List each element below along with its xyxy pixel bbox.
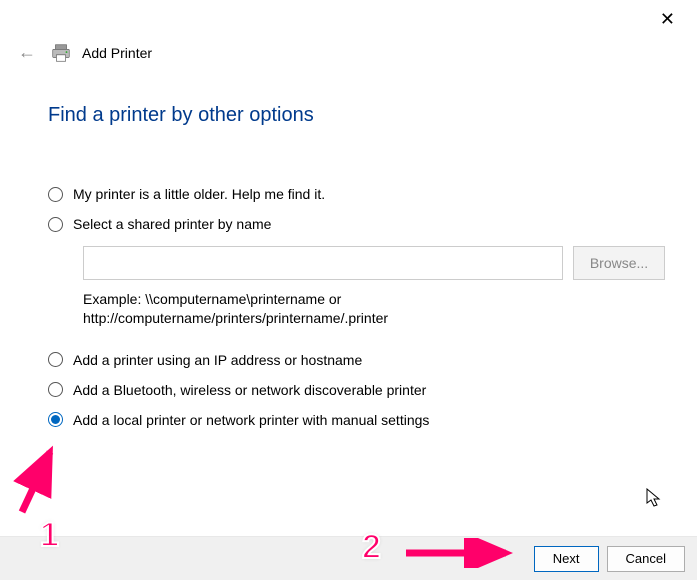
browse-button: Browse... — [573, 246, 665, 280]
shared-printer-subsection: Browse... Example: \\computername\printe… — [83, 246, 668, 328]
footer: Next Cancel — [0, 536, 697, 580]
option-local-manual[interactable]: Add a local printer or network printer w… — [48, 412, 668, 428]
shared-example-text: Example: \\computername\printername or h… — [83, 290, 563, 328]
radio-icon[interactable] — [48, 382, 63, 397]
next-button[interactable]: Next — [534, 546, 599, 572]
back-arrow-icon[interactable]: ← — [14, 40, 40, 65]
radio-icon[interactable] — [48, 187, 63, 202]
header: ← Add Printer — [14, 40, 152, 65]
option-older-printer[interactable]: My printer is a little older. Help me fi… — [48, 186, 668, 202]
option-label: Add a printer using an IP address or hos… — [73, 352, 362, 368]
shared-printer-name-input[interactable] — [83, 246, 563, 280]
example-line-2: http://computername/printers/printername… — [83, 310, 388, 326]
printer-icon — [50, 42, 72, 64]
radio-icon[interactable] — [48, 217, 63, 232]
cancel-button[interactable]: Cancel — [607, 546, 685, 572]
options-group: My printer is a little older. Help me fi… — [48, 186, 668, 442]
radio-icon[interactable] — [48, 352, 63, 367]
example-line-1: Example: \\computername\printername or — [83, 291, 341, 307]
cursor-icon — [646, 488, 662, 508]
annotation-arrow-1 — [10, 440, 70, 520]
option-label: Add a Bluetooth, wireless or network dis… — [73, 382, 426, 398]
option-label: Select a shared printer by name — [73, 216, 271, 232]
option-bluetooth-wireless[interactable]: Add a Bluetooth, wireless or network dis… — [48, 382, 668, 398]
close-button[interactable]: ✕ — [652, 6, 683, 32]
option-label: Add a local printer or network printer w… — [73, 412, 429, 428]
radio-icon[interactable] — [48, 412, 63, 427]
header-title: Add Printer — [82, 45, 152, 61]
page-title: Find a printer by other options — [48, 104, 314, 127]
option-label: My printer is a little older. Help me fi… — [73, 186, 325, 202]
option-shared-printer[interactable]: Select a shared printer by name — [48, 216, 668, 232]
option-ip-address[interactable]: Add a printer using an IP address or hos… — [48, 352, 668, 368]
